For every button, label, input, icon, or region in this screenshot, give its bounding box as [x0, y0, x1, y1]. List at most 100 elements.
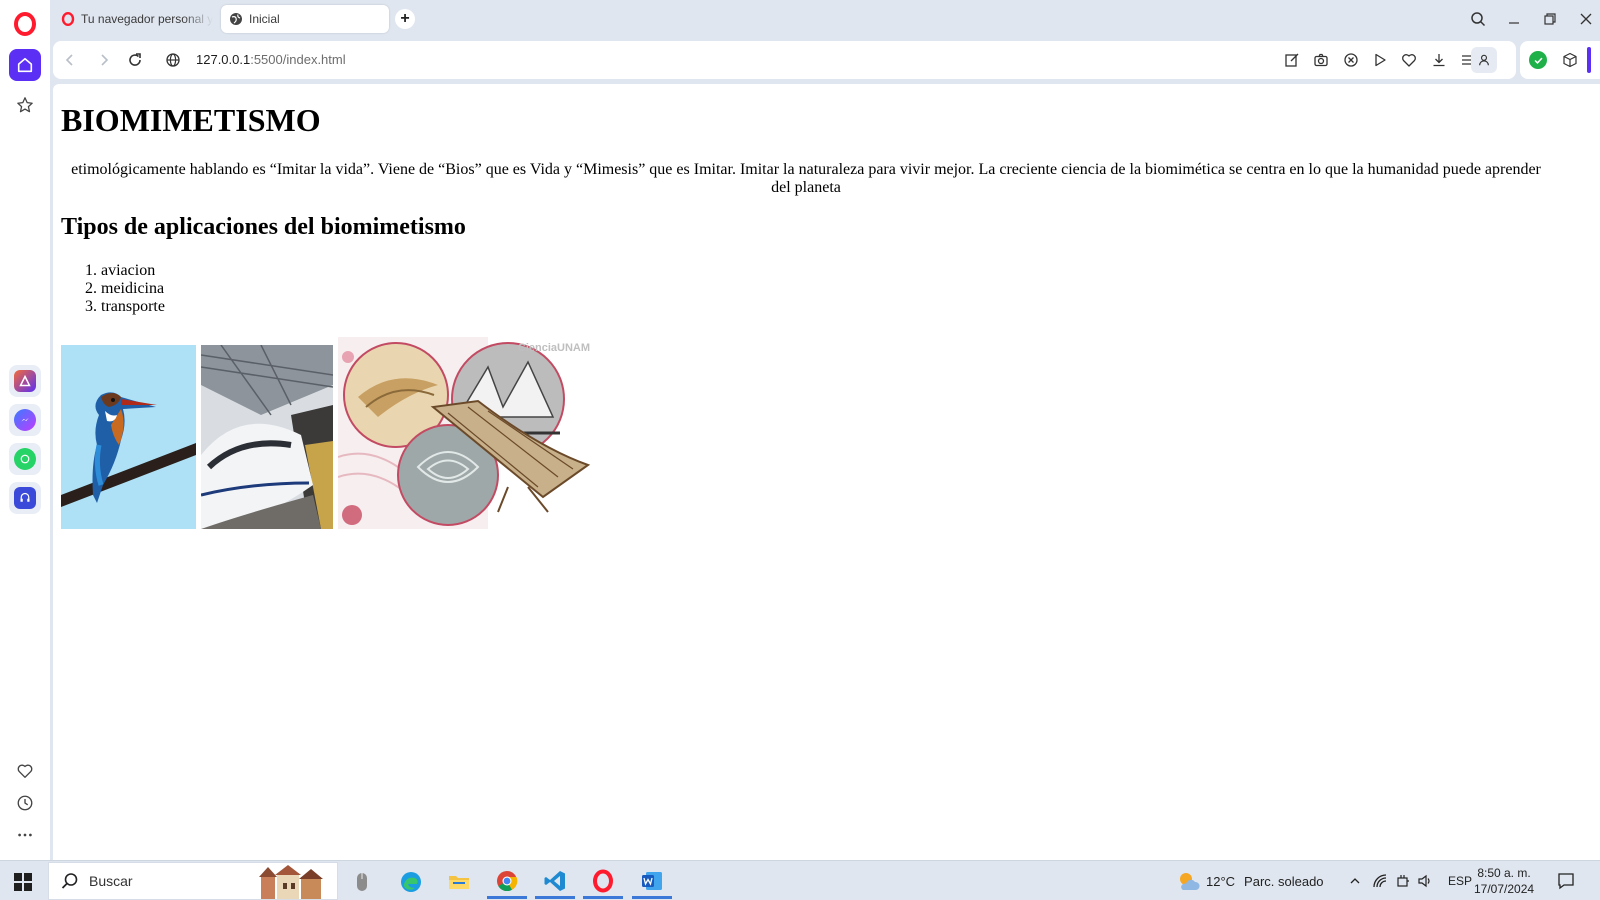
music-player-button[interactable] — [9, 482, 41, 514]
opera-logo-icon[interactable] — [13, 12, 37, 36]
search-icon — [61, 873, 78, 889]
music-player-icon — [14, 487, 36, 509]
downloads-button[interactable] — [1430, 51, 1448, 69]
reload-icon — [129, 53, 141, 66]
section-heading: Tipos de aplicaciones del biomimetismo — [61, 214, 466, 240]
vscode-icon — [544, 870, 565, 891]
pinboards-button[interactable] — [9, 755, 41, 787]
chevron-up-icon[interactable] — [1349, 875, 1361, 887]
minimize-button[interactable] — [1500, 6, 1528, 32]
taskbar-chrome[interactable] — [487, 865, 527, 899]
sidebar-accent-bar — [1587, 47, 1591, 73]
edge-icon — [401, 872, 421, 892]
messenger-icon — [14, 409, 36, 431]
download-icon — [1433, 54, 1445, 67]
heart-icon — [17, 764, 33, 778]
url-path: :5500/index.html — [250, 52, 346, 67]
system-clock[interactable]: 8:50 a. m. 17/07/2024 — [1474, 865, 1534, 897]
taskbar-search-box[interactable]: Buscar — [48, 862, 338, 900]
biomimicry-collage: CienciaUNAM — [338, 337, 595, 529]
weather-temperature: 12°C — [1206, 873, 1236, 889]
more-options-button[interactable] — [9, 819, 41, 851]
tab-search-button[interactable] — [1464, 6, 1492, 32]
whatsapp-icon — [14, 448, 36, 470]
address-input[interactable]: 127.0.0.1:5500/index.html — [196, 52, 346, 67]
home-button[interactable] — [9, 49, 41, 81]
home-icon — [17, 57, 33, 73]
tab-inicial[interactable]: Inicial — [221, 5, 389, 33]
globe-icon — [166, 53, 180, 67]
opera-sidebar — [0, 0, 50, 860]
kingfisher-bird-photo — [61, 345, 196, 529]
windows-start-icon[interactable] — [14, 873, 32, 891]
restore-icon — [1544, 13, 1556, 25]
language-indicator[interactable]: ESP — [1448, 861, 1472, 900]
camera-icon — [1314, 53, 1328, 67]
screenshot-button[interactable] — [1312, 51, 1330, 69]
windows-taskbar: Buscar 12°C Parc. soleado ESP 8:50 a. m.… — [0, 860, 1600, 900]
restore-button[interactable] — [1536, 6, 1564, 32]
web-page: BIOMIMETISMO etimológicamente hablando e… — [53, 84, 1600, 860]
url-host: 127.0.0.1 — [196, 52, 251, 67]
snapshot-edit-button[interactable] — [1283, 51, 1301, 69]
arrow-right-icon — [101, 54, 109, 66]
applications-list: aviacion meidicina transporte — [101, 262, 165, 316]
messenger-app-button[interactable] — [9, 404, 41, 436]
list-item: transporte — [101, 298, 165, 316]
ad-blocker-button[interactable] — [1342, 51, 1360, 69]
more-dots-icon — [18, 833, 32, 837]
whatsapp-app-button[interactable] — [9, 443, 41, 475]
globe-icon — [230, 13, 242, 25]
notifications-icon[interactable] — [1557, 872, 1575, 890]
tab-title: Inicial — [249, 12, 280, 26]
heart-icon — [1402, 54, 1416, 67]
word-icon — [642, 871, 662, 890]
tab-bar: Tu navegador personal ya Inicial + — [50, 0, 1600, 38]
taskbar-mouse-app[interactable] — [342, 865, 382, 899]
weather-partly-sunny-icon[interactable] — [1176, 870, 1200, 892]
site-info-button[interactable] — [163, 50, 183, 70]
search-placeholder: Buscar — [89, 873, 133, 889]
network-icon[interactable] — [1372, 873, 1388, 889]
opera-icon — [593, 869, 613, 892]
clock-time: 8:50 a. m. — [1477, 866, 1531, 880]
history-button[interactable] — [9, 787, 41, 819]
taskbar-word[interactable] — [632, 865, 672, 899]
reload-button[interactable] — [125, 50, 145, 70]
tab-opera-welcome[interactable]: Tu navegador personal ya — [53, 5, 213, 33]
bullet-train-photo — [201, 345, 333, 529]
taskbar-file-explorer[interactable] — [439, 865, 479, 899]
battery-plug-icon[interactable] — [1395, 873, 1411, 889]
player-button[interactable] — [1371, 51, 1389, 69]
weather-description: Parc. soleado — [1244, 873, 1324, 889]
watermark-text: CienciaUNAM — [518, 342, 590, 354]
address-toolbar: 127.0.0.1:5500/index.html — [53, 41, 1516, 79]
aria-icon — [14, 370, 36, 392]
new-tab-button[interactable]: + — [395, 9, 415, 29]
close-icon — [1580, 13, 1592, 25]
taskbar-vscode[interactable] — [535, 865, 575, 899]
chrome-icon — [497, 870, 518, 891]
plus-icon: + — [400, 10, 410, 27]
taskbar-opera[interactable] — [583, 865, 623, 899]
vpn-check-icon[interactable] — [1529, 51, 1547, 69]
add-to-favorites-button[interactable] — [1400, 51, 1418, 69]
play-icon — [1375, 53, 1386, 67]
aria-app-button[interactable] — [9, 365, 41, 397]
list-item: meidicina — [101, 280, 165, 298]
clock-date: 17/07/2024 — [1474, 882, 1535, 896]
weather-widget[interactable]: 12°C Parc. soleado — [1206, 861, 1324, 900]
back-button[interactable] — [60, 50, 80, 70]
star-icon — [17, 97, 33, 113]
volume-icon[interactable] — [1417, 873, 1433, 889]
list-item: aviacion — [101, 262, 165, 280]
extensions-cube-icon[interactable] — [1562, 52, 1578, 68]
speed-dial-button[interactable] — [9, 89, 41, 121]
taskbar-edge[interactable] — [391, 865, 431, 899]
block-icon — [1344, 53, 1358, 67]
profile-button[interactable] — [1471, 47, 1497, 73]
user-icon — [1479, 54, 1489, 66]
close-button[interactable] — [1572, 6, 1600, 32]
forward-button[interactable] — [94, 50, 114, 70]
minimize-icon — [1509, 22, 1519, 24]
